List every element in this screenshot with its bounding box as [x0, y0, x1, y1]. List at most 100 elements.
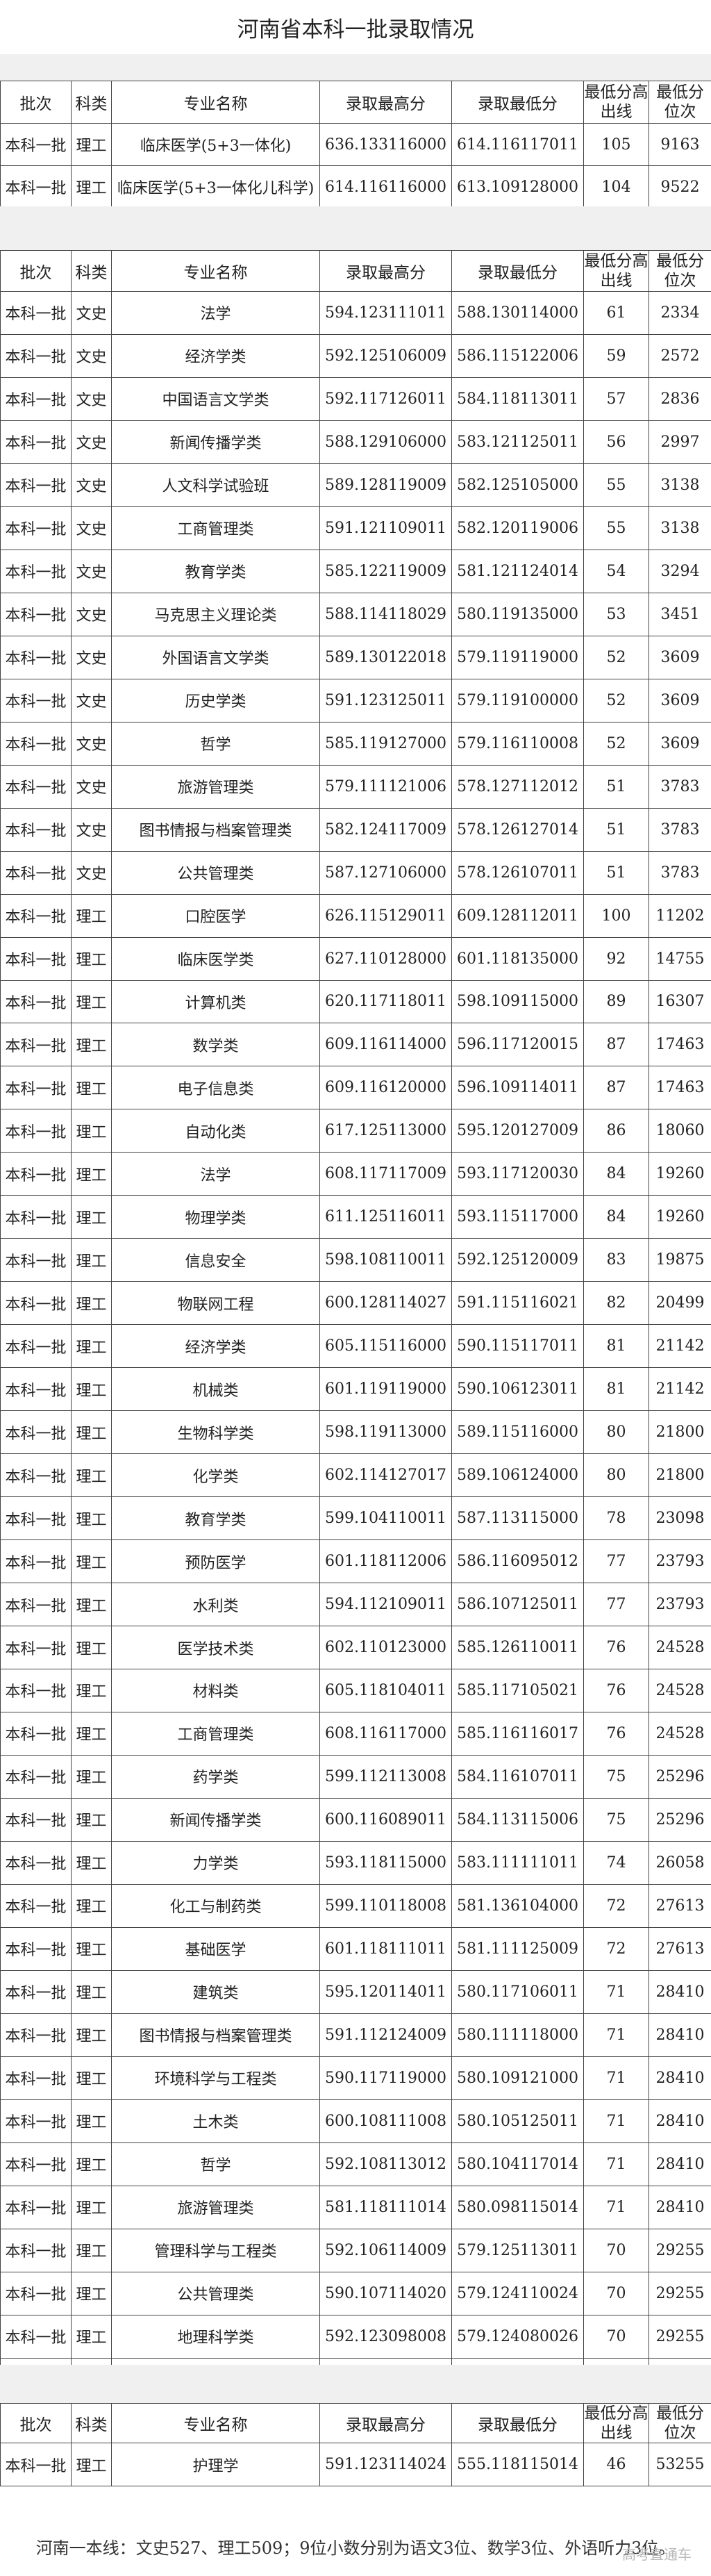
cell-batch: 本科一批: [0, 1539, 72, 1584]
table-row: 本科一批 理工 护理学 591.123114024 555.118115014 46 532…: [0, 2443, 711, 2486]
cell-major: 临床医学(5+3一体化): [111, 123, 320, 166]
cell-category: 文史: [71, 549, 112, 593]
header-min-rank: 最低分位次: [649, 2403, 711, 2443]
cell-batch: 本科一批: [0, 807, 72, 852]
cell-major: 教育学类: [111, 1496, 320, 1541]
cell-min-score: 593.117120030: [451, 1152, 584, 1196]
cell-min-score: 579.119100000: [451, 678, 584, 723]
cell-min-above-line: 53: [583, 592, 649, 636]
cell-min-rank: 2997: [649, 420, 711, 464]
cell-batch: 本科一批: [0, 1109, 72, 1153]
cell-max-score: 582.124117009: [319, 807, 452, 852]
cell-max-score: 601.118112006: [319, 1539, 452, 1584]
cell-category: 理工: [71, 1711, 112, 1756]
cell-min-score: 580.105125011: [451, 2099, 584, 2143]
cell-min-above-line: 84: [583, 1152, 649, 1196]
cell-min-above-line: 51: [583, 764, 649, 809]
cell-max-score: 598.119113000: [319, 1410, 452, 1455]
cell-min-score: 586.107125011: [451, 1583, 584, 1627]
table-row: 本科一批 理工 图书情报与档案管理类 591.112124009 580.1111180…: [0, 2013, 711, 2057]
cell-min-above-line: 71: [583, 2142, 649, 2186]
cell-batch: 本科一批: [0, 678, 72, 723]
cell-min-above-line: 70: [583, 2314, 649, 2359]
cell-major: 医学技术类: [111, 1626, 320, 1669]
cell-category: 理工: [71, 1152, 112, 1196]
cell-min-score: 579.125113011: [451, 2228, 584, 2272]
cell-category: 理工: [71, 2013, 112, 2057]
cell-max-score: 579.111121006: [319, 764, 452, 809]
cell-max-score: 600.128114027: [319, 1281, 452, 1326]
cell-min-score: 578.127112012: [451, 764, 584, 809]
cell-max-score: 601.118111011: [319, 1926, 452, 1971]
cell-category: 文史: [71, 377, 112, 421]
cell-batch: 本科一批: [0, 2443, 72, 2486]
cell-max-score: 590.107114020: [319, 2271, 452, 2315]
cell-category: 理工: [71, 123, 112, 166]
table-row: 本科一批 理工 化学类 602.114127017 589.106124000 80 218…: [0, 1453, 711, 1498]
cell-batch: 本科一批: [0, 1324, 72, 1369]
cell-batch: 本科一批: [0, 2056, 72, 2100]
table-row: 本科一批 理工 生物科学类 598.119113000 589.115116000 80 2…: [0, 1410, 711, 1455]
table-row: 本科一批 理工 管理科学与工程类 592.106114009 579.125113011…: [0, 2228, 711, 2272]
header-min-above-line: 最低分高出线: [583, 250, 649, 292]
table-row: 本科一批 理工 水利类 594.112109011 586.107125011 77 237…: [0, 1583, 711, 1627]
cell-min-rank: 29255: [649, 2271, 711, 2315]
cell-min-rank: 28410: [649, 2099, 711, 2143]
cell-major: 材料类: [111, 1669, 320, 1712]
cell-major: 机械类: [111, 1367, 320, 1412]
cell-max-score: 585.122119009: [319, 549, 452, 593]
cell-min-score: 591.115116021: [451, 1281, 584, 1326]
cell-min-rank: 27613: [649, 1926, 711, 1971]
table-row: 本科一批 文史 哲学 585.119127000 579.116110008 52 3609: [0, 721, 711, 766]
cell-max-score: 599.110118008: [319, 1883, 452, 1928]
cell-min-rank: 2572: [649, 333, 711, 378]
section-gap: [0, 206, 711, 250]
cell-major: 公共管理类: [111, 850, 320, 895]
header-row: 批次 科类 专业名称 录取最高分 录取最低分 最低分高出线 最低分位次: [0, 81, 711, 124]
cell-batch: 本科一批: [0, 377, 72, 421]
cell-batch: 本科一批: [0, 2142, 72, 2186]
cell-max-score: 581.118111014: [319, 2185, 452, 2229]
cell-min-rank: 25296: [649, 1754, 711, 1799]
cell-category: 文史: [71, 420, 112, 464]
cell-min-score: 581.111125009: [451, 1926, 584, 1971]
cell-min-score: 589.115116000: [451, 1410, 584, 1455]
cell-batch: 本科一批: [0, 2013, 72, 2057]
cell-major: 哲学: [111, 2142, 320, 2186]
cell-major: 化工与制药类: [111, 1883, 320, 1928]
cell-major: 自动化类: [111, 1109, 320, 1153]
cell-min-rank: 3451: [649, 592, 711, 636]
header-batch: 批次: [0, 2403, 72, 2443]
cell-category: 理工: [71, 1324, 112, 1369]
cell-batch: 本科一批: [0, 1453, 72, 1498]
cell-min-above-line: 71: [583, 2013, 649, 2057]
cell-min-score: 583.121125011: [451, 420, 584, 464]
cell-min-score: 585.117105021: [451, 1669, 584, 1712]
header-batch: 批次: [0, 81, 72, 124]
cell-min-score: 589.106124000: [451, 1453, 584, 1498]
table-row: 本科一批 理工 口腔医学 626.115129011 609.128112011 100 1…: [0, 893, 711, 938]
cell-major: 旅游管理类: [111, 2185, 320, 2229]
admission-table-2: 批次 科类 专业名称 录取最高分 录取最低分 最低分高出线 最低分位次 本科一批 文史 法学 594…: [0, 250, 711, 2402]
cell-min-rank: 27613: [649, 1883, 711, 1928]
table-row: 本科一批 理工 医学技术类 602.110123000 585.126110011 76 2…: [0, 1626, 711, 1669]
cell-max-score: 626.115129011: [319, 893, 452, 938]
cell-category: 理工: [71, 1539, 112, 1584]
cell-batch: 本科一批: [0, 1583, 72, 1627]
cell-min-rank: 3609: [649, 721, 711, 766]
table-row: 本科一批 文史 教育学类 585.122119009 581.121124014 54 32…: [0, 549, 711, 593]
cell-category: 文史: [71, 291, 112, 335]
table-row: 本科一批 理工 教育学类 599.104110011 587.113115000 78 23…: [0, 1496, 711, 1541]
cell-major: 教育学类: [111, 549, 320, 593]
cell-min-rank: 26058: [649, 1840, 711, 1885]
cell-batch: 本科一批: [0, 1669, 72, 1712]
cell-min-rank: 24528: [649, 1669, 711, 1712]
cell-category: 理工: [71, 1797, 112, 1842]
header-min-rank: 最低分位次: [649, 81, 711, 124]
header-category: 科类: [71, 2403, 112, 2443]
cell-category: 理工: [71, 1410, 112, 1455]
header-min-score: 录取最低分: [451, 81, 584, 124]
cell-min-score: 584.113115006: [451, 1797, 584, 1842]
cell-max-score: 588.114118029: [319, 592, 452, 636]
cell-batch: 本科一批: [0, 2314, 72, 2359]
